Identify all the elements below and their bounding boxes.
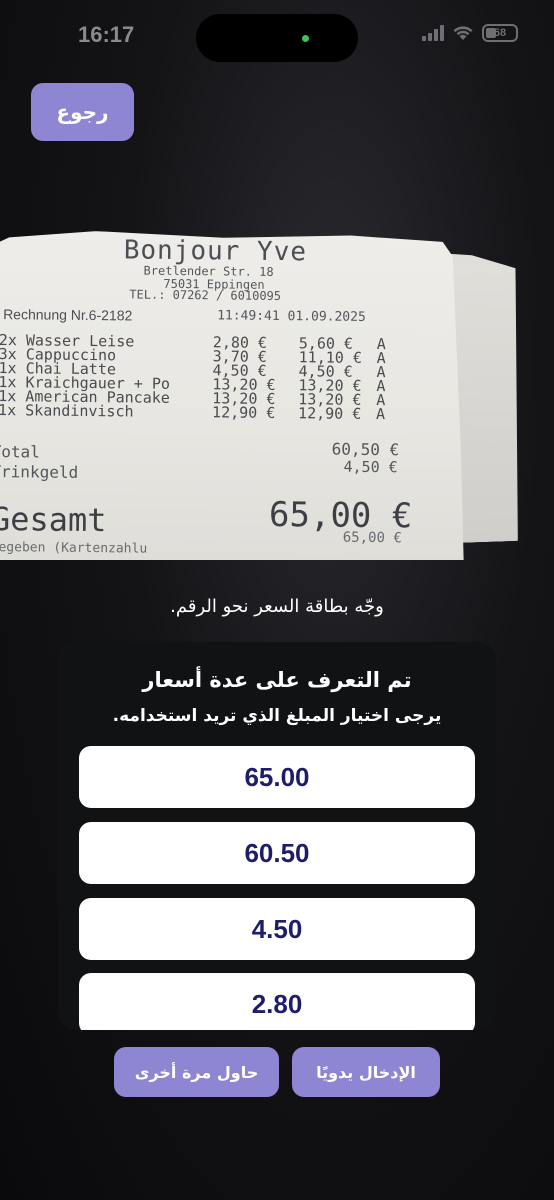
manual-entry-button[interactable]: الإدخال يدويًا xyxy=(292,1047,440,1097)
battery-level: 58 xyxy=(493,27,507,39)
receipt-item-name: 1x Skandinvisch xyxy=(0,401,134,421)
battery-icon: 58 xyxy=(482,24,518,42)
receipt-item-total: 12,90 € xyxy=(298,404,362,423)
receipt-datetime: 11:49:41 01.09.2025 xyxy=(217,308,366,325)
receipt-phone: TEL.: 07262 / 6010095 xyxy=(129,287,282,304)
receipt-shop-name: Bonjour Yve xyxy=(123,235,308,268)
receipt-total-label: Total xyxy=(0,441,40,462)
receipt-tip-value: 4,50 € xyxy=(343,457,398,477)
receipt-given-value: 65,00 € xyxy=(342,529,402,547)
signal-icon xyxy=(422,25,444,41)
amount-option-button[interactable]: 2.80 xyxy=(79,973,475,1030)
panel-subtitle: يرجى اختيار المبلغ الذي تريد استخدامه. xyxy=(112,706,442,726)
receipt-item-price: 12,90 € xyxy=(212,403,276,422)
receipt-item-tax: A xyxy=(375,405,386,424)
camera-indicator-icon xyxy=(302,35,309,42)
panel-title: تم التعرف على عدة أسعار xyxy=(142,668,412,692)
amount-option-button[interactable]: 60.50 xyxy=(79,822,475,884)
receipt-tip-label: Trinkgeld xyxy=(0,461,79,482)
receipt-total-value: 60,50 € xyxy=(331,439,400,460)
status-bar: 16:17 58 xyxy=(0,0,554,76)
price-selection-panel: تم التعرف على عدة أسعار يرجى اختيار المب… xyxy=(58,642,496,1030)
receipt: Bonjour Yve Bretlender Str. 18 75031 Epp… xyxy=(0,230,504,560)
receipt-gesamt-label: Gesamt xyxy=(0,499,107,540)
scan-hint: وجّه بطاقة السعر نحو الرقم. xyxy=(170,596,384,617)
amount-option-button[interactable]: 65.00 xyxy=(79,746,475,808)
dynamic-island xyxy=(196,14,358,62)
retry-button[interactable]: حاول مرة أخرى xyxy=(114,1047,279,1097)
receipt-invoice-number: Rechnung Nr.6-2182 xyxy=(3,306,133,324)
status-time: 16:17 xyxy=(78,22,135,47)
wifi-icon xyxy=(453,26,473,40)
status-icons: 58 xyxy=(422,24,518,42)
receipt-given-label: Gegeben (Kartenzahlu xyxy=(0,539,148,557)
back-button[interactable]: رجوع xyxy=(31,83,134,141)
amount-option-button[interactable]: 4.50 xyxy=(79,898,475,960)
